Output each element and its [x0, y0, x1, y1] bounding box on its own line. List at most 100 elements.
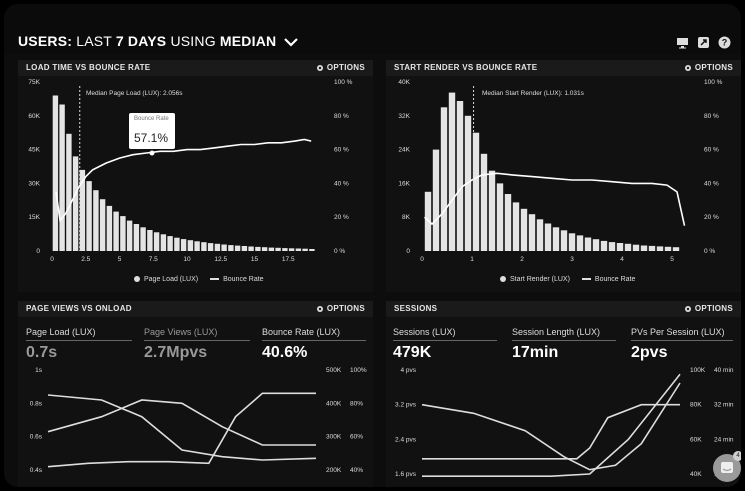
y-tick-label: 30K [28, 180, 40, 187]
y3-tick-label: 60% [350, 434, 363, 441]
metric-underline [512, 340, 616, 341]
legend-label: Start Render (LUX) [510, 276, 570, 283]
tooltip-value: 57.1% [134, 131, 169, 145]
metric-value-page-load: 0.7s [26, 344, 58, 361]
metric-label-page-load: Page Load (LUX) [26, 327, 96, 337]
median-start-render-note: Median Start Render (LUX): 1.031s [482, 90, 584, 97]
render-chart-legend: Start Render (LUX) Bounce Rate [500, 276, 635, 283]
metric-underline [262, 340, 366, 341]
legend-label: Page Load (LUX) [144, 276, 199, 283]
y2-tick-label: 40 % [334, 180, 349, 187]
metric-underline [393, 340, 497, 341]
chart-bar [140, 227, 146, 251]
y3-tick-label: 40 min [714, 367, 734, 374]
chart-bar [72, 156, 79, 251]
chart-bar [120, 216, 126, 251]
chart-bar [496, 183, 504, 251]
legend-item-bounce-rate[interactable]: Bounce Rate [581, 276, 636, 283]
y2-tick-label: 0 % [704, 248, 715, 255]
legend-item-bounce-rate[interactable]: Bounce Rate [210, 276, 264, 283]
charts-layer: 015K30K45K60K75K0 %20 %40 %60 %80 %100 %… [28, 79, 734, 478]
y2-tick-label: 20 % [704, 214, 719, 221]
chart-bar [59, 104, 65, 251]
y2-tick-label: 300K [326, 434, 342, 441]
chart-bar [632, 244, 640, 251]
chart-bar [552, 227, 560, 251]
metric-label-pvs-per-session: PVs Per Session (LUX) [631, 327, 725, 337]
chart-bar [536, 219, 544, 251]
chart-bar [672, 247, 680, 251]
chart-bar [309, 249, 315, 251]
chart-bar [568, 233, 576, 251]
chart-bar [214, 243, 221, 251]
metric-label-session-length: Session Length (LUX) [512, 327, 601, 337]
x-tick-label: 15 [251, 256, 259, 263]
series-line [422, 403, 680, 460]
chart-bar [160, 234, 167, 251]
y3-tick-label: 80% [350, 400, 363, 407]
y2-tick-label: 100 % [334, 79, 353, 86]
x-tick-label: 2.5 [81, 256, 90, 263]
chart-bar [584, 237, 592, 251]
metric-label-bounce-rate: Bounce Rate (LUX) [262, 327, 341, 337]
legend-label: Bounce Rate [223, 276, 264, 283]
chart-bar [268, 247, 275, 251]
series-line [47, 394, 317, 461]
chart-bar [656, 246, 664, 251]
legend-item-start-render[interactable]: Start Render (LUX) [500, 276, 570, 283]
chart-bar [288, 248, 295, 251]
chart-bar [167, 236, 173, 251]
chart-bar [608, 242, 616, 251]
metric-label-page-views: Page Views (LUX) [144, 327, 218, 337]
bounce-rate-line [423, 172, 686, 226]
x-tick-label: 3 [570, 256, 574, 263]
chart-bar [194, 241, 200, 251]
y-tick-label: 0.8s [30, 400, 43, 407]
chart-bar [201, 242, 207, 251]
chart-bar [480, 153, 488, 251]
x-tick-label: 5 [670, 256, 674, 263]
chart-bar [180, 239, 187, 251]
chart-bar [255, 246, 261, 251]
y-tick-label: 1.6 pvs [395, 471, 417, 478]
y-tick-label: 0 [406, 248, 410, 255]
chart-bar [544, 223, 552, 251]
chart-bar [93, 190, 99, 251]
chart-bar [248, 246, 254, 251]
series-line [422, 373, 681, 477]
legend-label: Bounce Rate [594, 276, 636, 283]
metric-underline [631, 340, 733, 341]
chat-button[interactable]: 4 [713, 451, 741, 482]
chart-bar [576, 235, 584, 251]
chart-bar [282, 248, 288, 251]
y2-tick-label: 100K [690, 367, 706, 374]
tooltip-label: Bounce Rate [134, 116, 169, 122]
chart-bar [187, 240, 194, 251]
y-tick-label: 2.4 pvs [395, 436, 417, 443]
y-tick-label: 24K [398, 147, 410, 154]
load-chart-legend: Page Load (LUX) Bounce Rate [134, 276, 264, 283]
chart-bar [520, 208, 528, 252]
chart-bar [504, 194, 512, 251]
chart-bar [664, 246, 672, 251]
legend-item-page-load[interactable]: Page Load (LUX) [134, 276, 198, 283]
x-tick-label: 7.5 [149, 256, 158, 263]
x-tick-label: 0 [420, 256, 424, 263]
series-line [47, 399, 316, 446]
series-line [47, 392, 316, 468]
chart-bar [488, 170, 496, 251]
metric-value-page-views: 2.7Mpvs [144, 344, 208, 361]
median-page-load-note: Median Page Load (LUX): 2.056s [86, 90, 183, 97]
y-tick-label: 4 pvs [400, 367, 416, 374]
x-tick-label: 2 [520, 256, 524, 263]
chart-bar [456, 101, 464, 251]
y2-tick-label: 60 % [704, 147, 719, 154]
metric-value-session-length: 17min [512, 344, 559, 361]
metric-underline [26, 340, 132, 341]
chart-bar [261, 247, 268, 251]
chart-bar [99, 199, 106, 251]
tooltip-point [149, 150, 155, 156]
metric-value-sessions: 479K [393, 344, 432, 361]
x-tick-label: 5 [118, 256, 122, 263]
chart-bar [241, 246, 248, 251]
